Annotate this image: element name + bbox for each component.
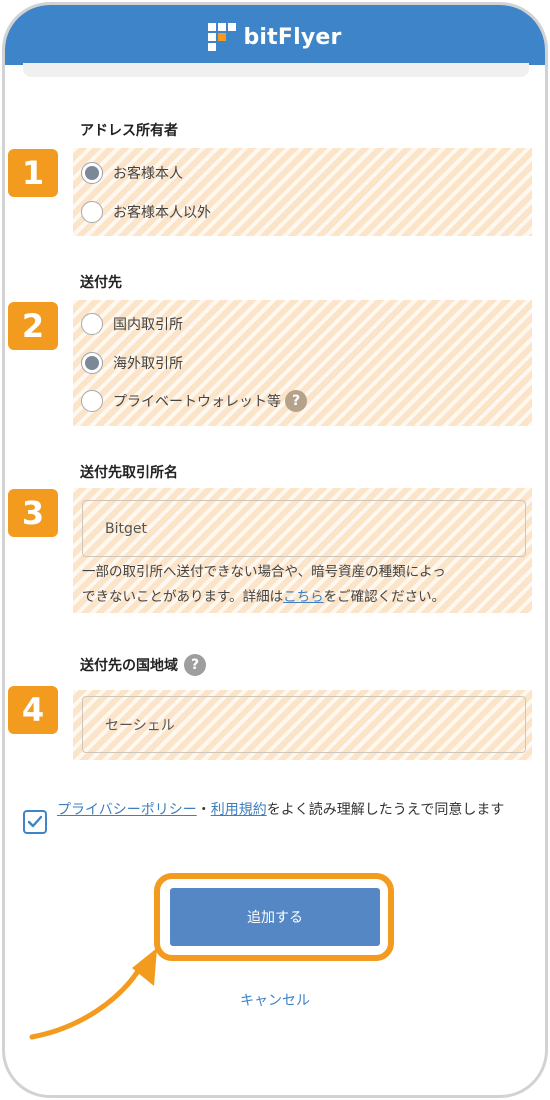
radio-selected-icon[interactable] (81, 162, 103, 184)
brand-name: bitFlyer (243, 24, 342, 50)
country-select[interactable]: セーシェル (82, 696, 526, 753)
privacy-policy-link[interactable]: プライバシーポリシー (57, 802, 197, 818)
cancel-link[interactable]: キャンセル (0, 990, 550, 1010)
destination-section-label: 送付先 (80, 272, 122, 292)
brand-logo: bitFlyer (208, 23, 341, 51)
exchange-note-line2-pre: できないことがあります。詳細は (82, 589, 284, 605)
destination-section-label-text: 送付先 (80, 275, 122, 291)
top-scroll-band (23, 63, 529, 77)
radio-empty-icon[interactable] (81, 390, 103, 412)
country-section-label-text: 送付先の国地域 (80, 658, 178, 674)
owner-option-other-label: お客様本人以外 (113, 205, 211, 221)
agreement-separator: ・ (196, 802, 211, 818)
exchange-note: 一部の取引所へ送付できない場合や、暗号資産の種類によっ できないことがあります。… (82, 560, 522, 610)
radio-selected-icon[interactable] (81, 352, 103, 374)
destination-option-private-wallet-label: プライベートウォレット等 (113, 394, 281, 410)
help-icon[interactable]: ? (184, 654, 206, 676)
agreement-checkbox[interactable] (23, 810, 47, 834)
destination-option-private-wallet[interactable]: プライベートウォレット等 ? (81, 390, 307, 412)
owner-option-self[interactable]: お客様本人 (81, 162, 183, 184)
owner-option-other[interactable]: お客様本人以外 (81, 201, 211, 223)
agreement-body: をよく読み理解したうえで同意します (266, 802, 505, 818)
destination-option-overseas-label: 海外取引所 (113, 356, 183, 372)
radio-empty-icon[interactable] (81, 201, 103, 223)
destination-option-overseas[interactable]: 海外取引所 (81, 352, 183, 374)
bitflyer-logo-icon (208, 23, 237, 51)
step-badge-3: 3 (8, 489, 58, 537)
app-header: bitFlyer (5, 5, 545, 65)
exchange-note-line2: できないことがあります。詳細はこちらをご確認ください。 (82, 585, 522, 610)
owner-option-self-label: お客様本人 (113, 166, 183, 182)
terms-link[interactable]: 利用規約 (211, 802, 267, 818)
exchange-section-label-text: 送付先取引所名 (80, 465, 178, 481)
agreement-text: プライバシーポリシー・利用規約をよく読み理解したうえで同意します (57, 798, 527, 823)
country-section-label: 送付先の国地域 ? (80, 654, 206, 676)
exchange-section-label: 送付先取引所名 (80, 462, 178, 482)
exchange-note-line1: 一部の取引所へ送付できない場合や、暗号資産の種類によっ (82, 564, 446, 580)
owner-section-label: アドレス所有者 (80, 120, 178, 140)
destination-option-domestic-label: 国内取引所 (113, 317, 183, 333)
details-link[interactable]: こちら (283, 589, 324, 605)
check-icon (27, 815, 43, 828)
step-badge-4: 4 (8, 686, 58, 734)
radio-empty-icon[interactable] (81, 313, 103, 335)
exchange-name-input[interactable]: Bitget (82, 500, 526, 557)
destination-option-domestic[interactable]: 国内取引所 (81, 313, 183, 335)
help-icon[interactable]: ? (285, 390, 307, 412)
step-badge-1: 1 (8, 149, 58, 197)
add-button[interactable]: 追加する (170, 888, 380, 946)
exchange-note-line2-post: をご確認ください。 (323, 589, 446, 605)
step-badge-2: 2 (8, 302, 58, 350)
owner-section-label-text: アドレス所有者 (80, 123, 178, 139)
